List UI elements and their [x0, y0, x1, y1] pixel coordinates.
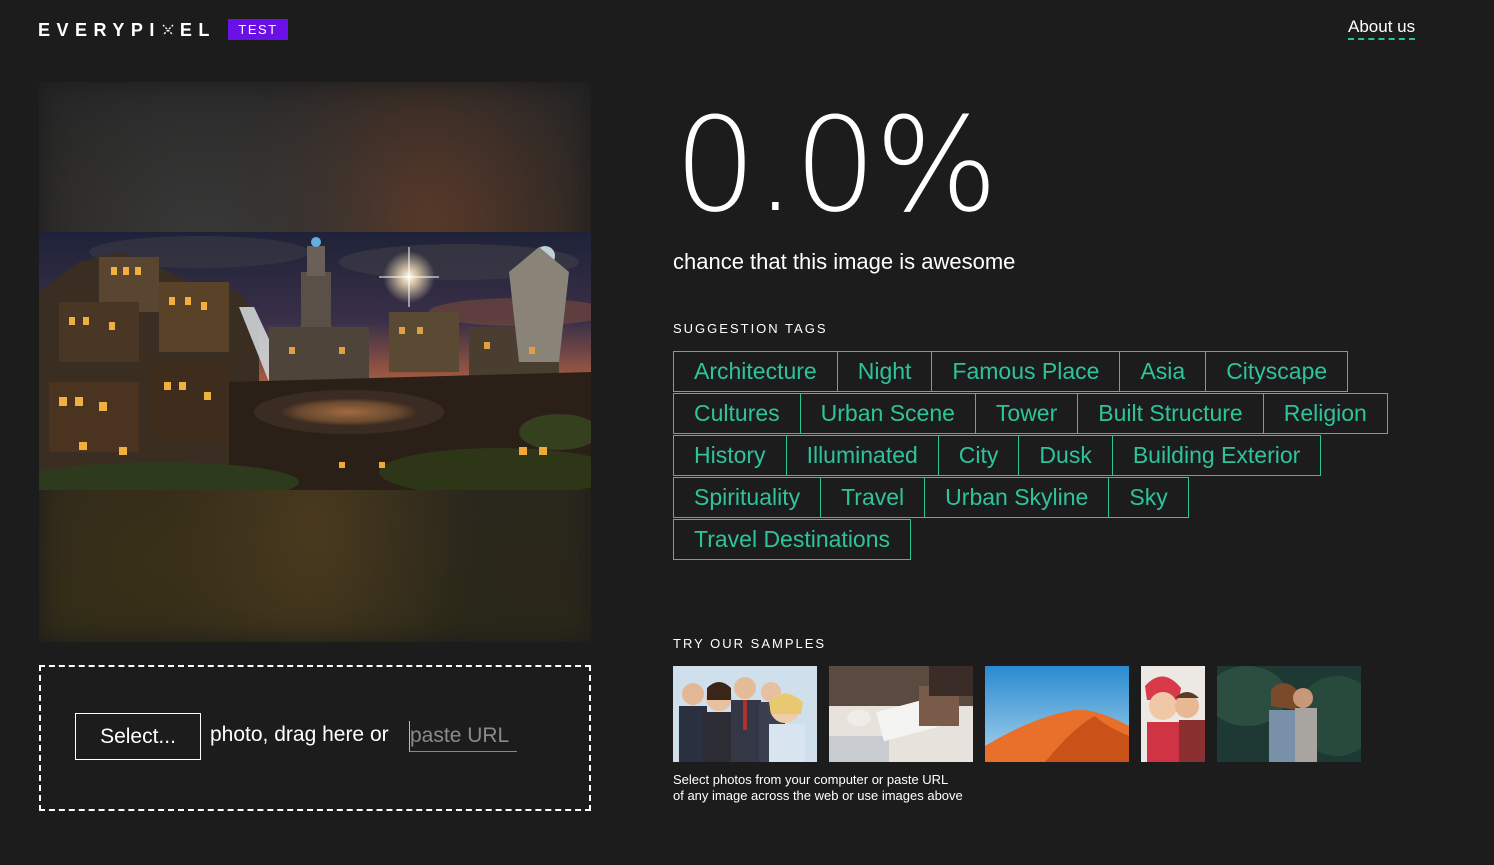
suggestion-tag[interactable]: Illuminated [785, 435, 939, 476]
suggestion-tag[interactable]: Cultures [673, 393, 801, 434]
upload-dropzone[interactable]: Select... photo, drag here or [39, 665, 591, 811]
sample-couple-winter[interactable] [1141, 666, 1205, 762]
sample-business-team[interactable] [673, 666, 817, 762]
tag-row: Cultures Urban Scene Tower Built Structure R… [673, 393, 1433, 435]
suggestion-tag[interactable]: Travel Destinations [673, 519, 912, 560]
suggestion-tag[interactable]: Asia [1119, 351, 1207, 392]
awesome-score: 0.0% [674, 89, 998, 241]
score-caption: chance that this image is awesome [673, 249, 1016, 274]
suggestion-tag[interactable]: Urban Skyline [924, 477, 1110, 518]
suggestion-tag[interactable]: Urban Scene [799, 393, 976, 434]
test-badge: TEST [228, 19, 288, 40]
suggestion-tags: Architecture Night Famous Place Asia Citysca… [673, 351, 1433, 561]
suggestion-tag[interactable]: Famous Place [931, 351, 1121, 392]
select-photo-button[interactable]: Select... [75, 713, 201, 760]
suggestion-tags-title: SUGGESTION TAGS [673, 321, 828, 336]
tag-row: History Illuminated City Dusk Building Exter… [673, 435, 1433, 477]
suggestion-tag[interactable]: City [937, 435, 1020, 476]
sample-couple-forest[interactable] [1217, 666, 1361, 762]
tag-row: Spirituality Travel Urban Skyline Sky [673, 477, 1433, 519]
uploaded-image [39, 232, 591, 490]
image-preview [39, 82, 591, 642]
drop-instruction: photo, drag here or [210, 723, 389, 746]
suggestion-tag[interactable]: Architecture [673, 351, 838, 392]
paste-url-input[interactable] [409, 721, 517, 752]
samples-help-text: Select photos from your computer or past… [673, 772, 993, 804]
logo-x-mark-icon [162, 24, 174, 36]
sample-desert-dune[interactable] [985, 666, 1129, 762]
suggestion-tag[interactable]: Built Structure [1077, 393, 1264, 434]
suggestion-tag[interactable]: Building Exterior [1111, 435, 1322, 476]
logo-text-start: EVERYPI [38, 19, 161, 40]
help-line-1: Select photos from your computer or past… [673, 772, 949, 787]
suggestion-tag[interactable]: Dusk [1018, 435, 1113, 476]
suggestion-tag[interactable]: Travel [820, 477, 926, 518]
logo-text-end: EL [179, 19, 216, 40]
logo[interactable]: EVERYPI EL [38, 18, 216, 42]
suggestion-tag[interactable]: Night [836, 351, 933, 392]
suggestion-tag[interactable]: Religion [1262, 393, 1388, 434]
sample-laptop-desk[interactable] [829, 666, 973, 762]
tag-row: Travel Destinations [673, 519, 1433, 561]
suggestion-tag[interactable]: Sky [1108, 477, 1189, 518]
suggestion-tag[interactable]: Cityscape [1205, 351, 1349, 392]
help-line-2: of any image across the web or use image… [673, 788, 963, 803]
about-us-link[interactable]: About us [1348, 17, 1416, 40]
suggestion-tag[interactable]: History [673, 435, 787, 476]
sample-images [673, 666, 1373, 762]
tag-row: Architecture Night Famous Place Asia Citysca… [673, 351, 1433, 393]
samples-title: TRY OUR SAMPLES [673, 636, 827, 651]
suggestion-tag[interactable]: Tower [974, 393, 1079, 434]
suggestion-tag[interactable]: Spirituality [673, 477, 822, 518]
